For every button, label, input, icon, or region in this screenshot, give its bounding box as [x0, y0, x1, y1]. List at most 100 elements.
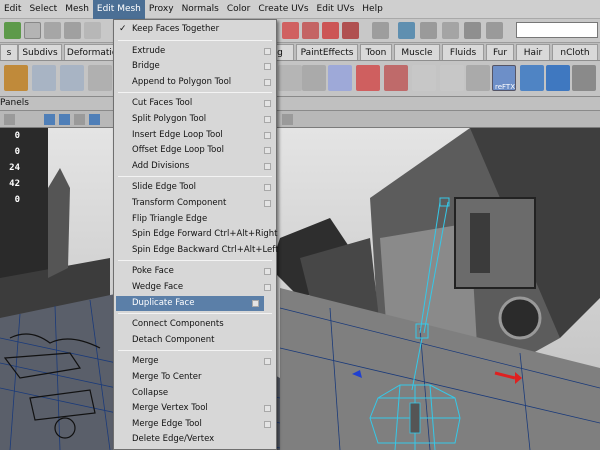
snap-point-icon[interactable] [322, 22, 339, 39]
shelf-tab-muscle[interactable]: Muscle [394, 44, 440, 60]
shelf-tool-icon[interactable] [356, 65, 380, 91]
shelf-tab-ncloth[interactable]: nCloth [552, 44, 598, 60]
shelf-tool-icon[interactable] [60, 65, 84, 91]
menu-item-merge[interactable]: Merge [114, 354, 276, 369]
snap-curve-icon[interactable] [302, 22, 319, 39]
option-box-icon[interactable] [264, 147, 271, 155]
menu-item-collapse[interactable]: Collapse [114, 386, 276, 401]
mask-icon[interactable] [84, 22, 101, 39]
render-icon[interactable] [398, 22, 415, 39]
menu-item-merge-edge-tool[interactable]: Merge Edge Tool [114, 417, 276, 432]
hypershade-icon[interactable] [464, 22, 481, 39]
shelf-tool-icon[interactable] [384, 65, 408, 91]
smooth-shade-icon[interactable] [59, 114, 70, 125]
menu-edit[interactable]: Edit [0, 0, 25, 19]
menu-item-connect-components[interactable]: Connect Components [114, 317, 276, 332]
select-hierarchy-icon[interactable] [24, 22, 41, 39]
select-object-icon[interactable] [44, 22, 61, 39]
shelf-tab-painteffects[interactable]: PaintEffects [296, 44, 358, 60]
shelf-tab-fur[interactable]: Fur [486, 44, 514, 60]
reftx-icon[interactable]: reFTX [492, 65, 516, 91]
shelf-tool-icon[interactable] [546, 65, 570, 91]
menu-help[interactable]: Help [358, 0, 387, 19]
shelf-tool-icon[interactable] [520, 65, 544, 91]
search-input[interactable] [516, 22, 598, 38]
option-box-icon[interactable] [252, 299, 259, 307]
option-box-icon[interactable] [264, 78, 271, 86]
option-box-icon[interactable] [264, 200, 271, 207]
menu-select[interactable]: Select [25, 0, 61, 19]
shelf-tab-toon[interactable]: Toon [360, 44, 392, 60]
history-icon[interactable] [372, 22, 389, 39]
texture-icon[interactable] [74, 114, 85, 125]
shelf-tab-hair[interactable]: Hair [516, 44, 550, 60]
snap-grid-icon[interactable] [282, 22, 299, 39]
menu-item-slide-edge-tool[interactable]: Slide Edge Tool [114, 180, 276, 195]
option-box-icon[interactable] [264, 116, 271, 123]
menu-item-keep-faces-together[interactable]: ✓ Keep Faces Together [114, 22, 276, 37]
shelf-tool-icon[interactable] [412, 65, 436, 91]
menu-mesh[interactable]: Mesh [61, 0, 93, 19]
select-component-icon[interactable] [64, 22, 81, 39]
menu-item-merge-to-center[interactable]: Merge To Center [114, 370, 276, 385]
grid-icon[interactable] [4, 114, 15, 125]
menu-proxy[interactable]: Proxy [145, 0, 178, 19]
shelf-tool-icon[interactable] [278, 65, 302, 91]
ipr-render-icon[interactable] [420, 22, 437, 39]
option-box-icon[interactable] [264, 47, 271, 55]
menu-item-extrude[interactable]: Extrude [114, 44, 276, 59]
camera-icon[interactable] [282, 114, 293, 125]
option-box-icon[interactable] [264, 100, 271, 108]
shelf-tool-icon[interactable] [440, 65, 464, 91]
menu-item-append-to-polygon-tool[interactable]: Append to Polygon Tool [114, 75, 276, 90]
shelf-tab-s[interactable]: s [0, 44, 18, 60]
option-box-icon[interactable] [264, 420, 271, 428]
mode-icon[interactable] [4, 22, 21, 39]
menu-item-bridge[interactable]: Bridge [114, 59, 276, 74]
menu-item-split-polygon-tool[interactable]: Split Polygon Tool [114, 112, 276, 127]
menu-create-uvs[interactable]: Create UVs [254, 0, 312, 19]
option-box-icon[interactable] [264, 184, 271, 192]
shelf-tool-icon[interactable] [466, 65, 490, 91]
option-box-icon[interactable] [264, 284, 271, 291]
menu-item-add-divisions[interactable]: Add Divisions [114, 159, 276, 174]
dropdown-icon[interactable] [486, 22, 503, 39]
menu-item-merge-vertex-tool[interactable]: Merge Vertex Tool [114, 401, 276, 416]
shelf-tab-subdivs[interactable]: Subdivs [18, 44, 62, 60]
menu-normals[interactable]: Normals [178, 0, 223, 19]
panels-menu[interactable]: Panels [0, 98, 29, 108]
menu-color[interactable]: Color [223, 0, 255, 19]
option-box-icon[interactable] [264, 162, 271, 170]
menu-item-detach-component[interactable]: Detach Component [114, 333, 276, 348]
menu-item-transform-component[interactable]: Transform Component [114, 196, 276, 211]
shelf-tool-icon[interactable] [4, 65, 28, 91]
menu-item-flip-triangle-edge[interactable]: Flip Triangle Edge [114, 212, 276, 227]
option-box-icon[interactable] [264, 63, 271, 71]
menu-item-spin-edge-forward-ctrl-alt-right[interactable]: Spin Edge Forward Ctrl+Alt+Right [114, 227, 277, 242]
shelf-tab-fluids[interactable]: Fluids [442, 44, 484, 60]
menu-edit-uvs[interactable]: Edit UVs [313, 0, 359, 19]
menu-item-delete-edge-vertex[interactable]: Delete Edge/Vertex [114, 432, 276, 447]
option-box-icon[interactable] [264, 358, 271, 366]
menu-item-spin-edge-backward-ctrl-alt-left[interactable]: Spin Edge Backward Ctrl+Alt+Left [114, 243, 278, 258]
menu-item-offset-edge-loop-tool[interactable]: Offset Edge Loop Tool [114, 143, 276, 158]
magnet-icon[interactable] [342, 22, 359, 39]
menu-item-duplicate-face[interactable]: Duplicate Face [116, 295, 264, 311]
shelf-tool-icon[interactable] [32, 65, 56, 91]
menu-item-poke-face[interactable]: Poke Face [114, 264, 276, 279]
menu-edit-mesh[interactable]: Edit Mesh [92, 0, 145, 19]
shelf-tool-icon[interactable] [572, 65, 596, 91]
menu-item-insert-edge-loop-tool[interactable]: Insert Edge Loop Tool [114, 128, 276, 143]
shelf-tool-icon[interactable] [328, 65, 352, 91]
3d-viewport[interactable]: 0 0 24 42 0 [0, 128, 600, 450]
menu-item-cut-faces-tool[interactable]: Cut Faces Tool [114, 96, 276, 111]
shelf-tool-icon[interactable] [88, 65, 112, 91]
option-box-icon[interactable] [264, 268, 271, 276]
option-box-icon[interactable] [264, 131, 271, 139]
wireframe-icon[interactable] [44, 114, 55, 125]
option-box-icon[interactable] [264, 405, 271, 413]
render-settings-icon[interactable] [442, 22, 459, 39]
lighting-icon[interactable] [89, 114, 100, 125]
shelf-tool-icon[interactable] [302, 65, 326, 91]
menu-item-wedge-face[interactable]: Wedge Face [114, 280, 276, 295]
